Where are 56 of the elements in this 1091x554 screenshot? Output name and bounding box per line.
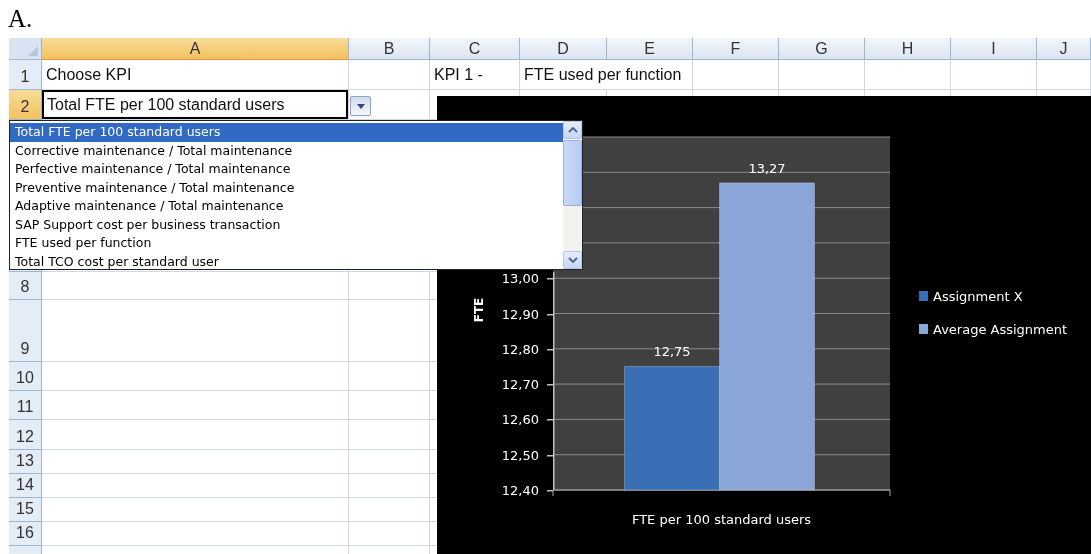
row-header[interactable]: 10 bbox=[9, 362, 42, 391]
y-tick-label: 12,80 bbox=[501, 341, 539, 357]
dropdown-option[interactable]: Total FTE per 100 standard users bbox=[10, 123, 563, 142]
row-header[interactable]: 9 bbox=[9, 300, 42, 362]
chevron-down-icon bbox=[567, 257, 578, 263]
row-header[interactable]: 13 bbox=[9, 450, 42, 474]
dropdown-option[interactable]: Perfective maintenance / Total maintenance bbox=[10, 160, 563, 179]
dropdown-option[interactable]: FTE used per function bbox=[10, 234, 563, 253]
row-header[interactable]: 12 bbox=[9, 420, 42, 450]
row-header[interactable]: 14 bbox=[9, 474, 42, 498]
column-header[interactable]: C bbox=[430, 38, 520, 60]
column-header[interactable]: I bbox=[951, 38, 1037, 60]
column-header[interactable]: A bbox=[42, 38, 349, 60]
row-header[interactable]: 16 bbox=[9, 522, 42, 546]
legend-label: Average Assignment bbox=[933, 322, 1068, 337]
row-header[interactable]: 8 bbox=[9, 272, 42, 300]
column-header[interactable]: F bbox=[693, 38, 779, 60]
chevron-up-icon bbox=[567, 127, 578, 133]
dropdown-option[interactable]: Corrective maintenance / Total maintenance bbox=[10, 141, 563, 160]
dropdown-option[interactable]: Total TCO cost per standard user bbox=[10, 252, 563, 271]
value-label: 12,75 bbox=[653, 344, 691, 360]
scroll-thumb[interactable] bbox=[563, 140, 582, 206]
row-header[interactable]: 1 bbox=[9, 60, 42, 90]
scroll-down-button[interactable] bbox=[563, 251, 582, 269]
column-header[interactable]: D bbox=[520, 38, 607, 60]
column-header[interactable]: J bbox=[1037, 38, 1091, 60]
y-tick-label: 12,90 bbox=[501, 306, 539, 322]
category-label: FTE per 100 standard users bbox=[631, 512, 812, 527]
caret-icon bbox=[356, 103, 365, 109]
row-header[interactable]: 2 bbox=[9, 90, 42, 120]
column-header[interactable]: E bbox=[607, 38, 693, 60]
column-header[interactable]: H bbox=[865, 38, 951, 60]
row-header[interactable]: 11 bbox=[9, 391, 42, 420]
legend-label: Assignment X bbox=[933, 289, 1023, 304]
value-label: 13,27 bbox=[748, 160, 786, 176]
figure-caption: A. bbox=[7, 4, 33, 34]
table-cell: FTE used per function bbox=[520, 60, 693, 90]
column-header[interactable]: B bbox=[349, 38, 430, 60]
dropdown-option[interactable]: Adaptive maintenance / Total maintenance bbox=[10, 197, 563, 216]
dropdown-option[interactable]: Preventive maintenance / Total maintenance bbox=[10, 178, 563, 197]
y-tick-label: 12,50 bbox=[501, 447, 539, 463]
y-tick-label: 12,60 bbox=[501, 412, 539, 428]
column-header[interactable]: G bbox=[779, 38, 865, 60]
y-tick-label: 12,70 bbox=[501, 377, 539, 393]
scrollbar[interactable] bbox=[563, 121, 582, 269]
row-header[interactable]: 15 bbox=[9, 498, 42, 522]
y-tick-label: 13,00 bbox=[501, 271, 539, 287]
y-axis-title: FTE bbox=[472, 297, 486, 323]
select-all-corner[interactable] bbox=[9, 38, 42, 60]
triangle-icon bbox=[28, 46, 38, 56]
scroll-up-button[interactable] bbox=[563, 121, 582, 139]
dropdown-button[interactable] bbox=[350, 96, 371, 116]
kpi-select-field[interactable]: Total FTE per 100 standard users bbox=[42, 90, 348, 119]
table-cell: KPI 1 - bbox=[430, 60, 520, 90]
dropdown-option[interactable]: SAP Support cost per business transaction bbox=[10, 215, 563, 234]
y-tick-label: 12,40 bbox=[501, 483, 539, 498]
